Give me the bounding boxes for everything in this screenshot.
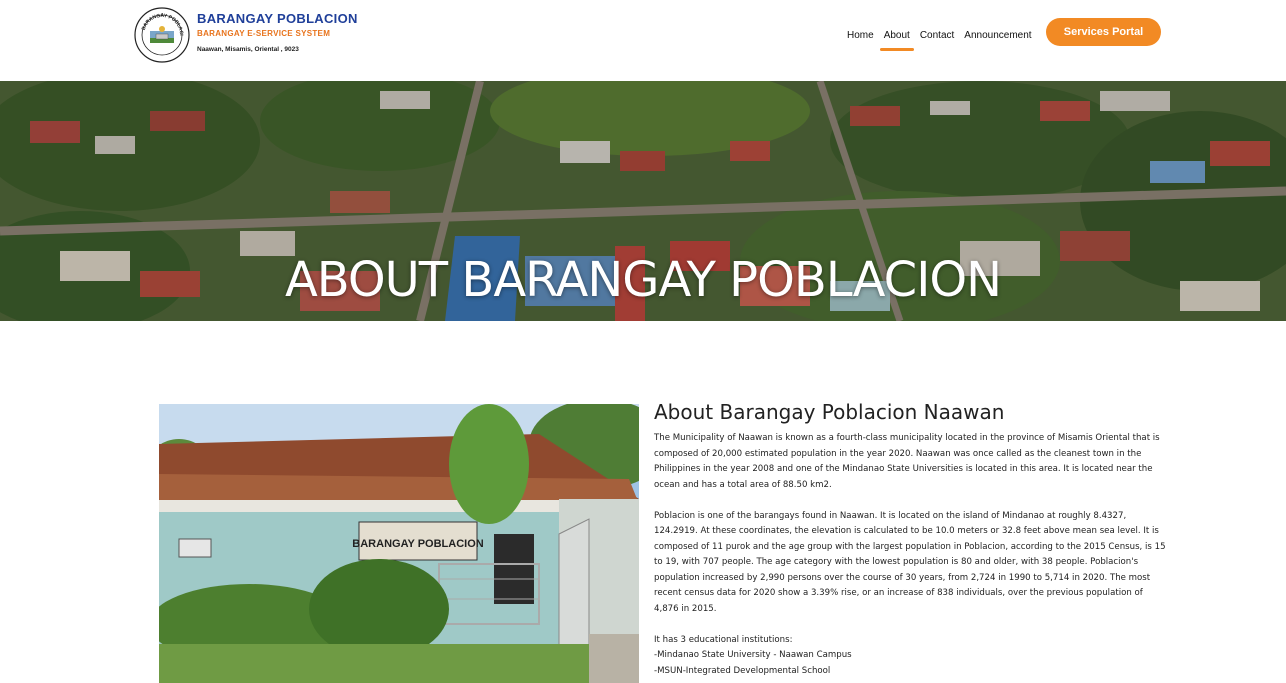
nav-contact[interactable]: Contact xyxy=(920,30,954,42)
about-paragraph-1: The Municipality of Naawan is known as a… xyxy=(654,433,1160,490)
institutions-intro: It has 3 educational institutions: xyxy=(654,634,793,645)
barangay-hall-photo: BARANGAY POBLACION xyxy=(159,404,639,683)
institution-item: -MSUN-Integrated Developmental School xyxy=(654,665,831,676)
nav-announcement[interactable]: Announcement xyxy=(964,30,1031,42)
barangay-seal-logo[interactable]: BARANGAY POBLACION xyxy=(134,7,190,63)
about-title: About Barangay Poblacion Naawan xyxy=(654,400,1005,424)
hero-banner: ABOUT BARANGAY POBLACION xyxy=(0,81,1286,321)
site-header: BARANGAY POBLACION BARANGAY POBLACION BA… xyxy=(0,0,1286,81)
brand-address: Naawan, Misamis, Oriental , 9023 xyxy=(197,46,299,53)
about-paragraph-2: Poblacion is one of the barangays found … xyxy=(654,510,1166,614)
brand-subtitle: BARANGAY E-SERVICE SYSTEM xyxy=(197,29,331,38)
institutions-list: It has 3 educational institutions: -Mind… xyxy=(654,633,1166,680)
about-body: The Municipality of Naawan is known as a… xyxy=(654,431,1166,679)
nav-about[interactable]: About xyxy=(879,30,914,51)
brand-name[interactable]: BARANGAY POBLACION xyxy=(197,11,358,26)
services-portal-button[interactable]: Services Portal xyxy=(1046,18,1161,46)
institution-item: -Mindanao State University - Naawan Camp… xyxy=(654,650,852,660)
brand-block: BARANGAY POBLACION BARANGAY E-SERVICE SY… xyxy=(197,11,358,53)
main-nav: Home About Contact Announcement xyxy=(847,30,1042,51)
hero-title: ABOUT BARANGAY POBLACION xyxy=(284,252,1002,308)
nav-home[interactable]: Home xyxy=(847,30,874,42)
hall-sign-text: BARANGAY POBLACION xyxy=(352,538,483,550)
